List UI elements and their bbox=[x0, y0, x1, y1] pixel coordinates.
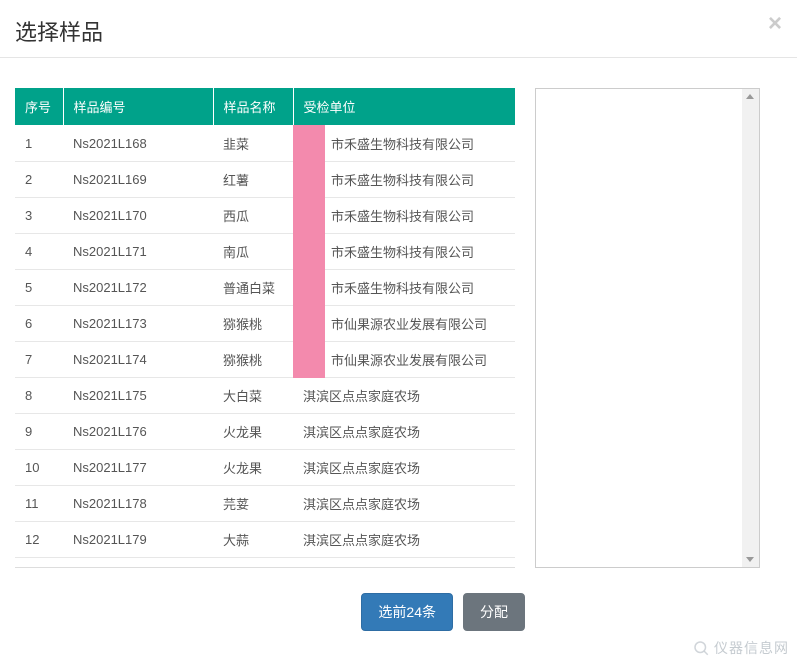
table-row[interactable]: 10Ns2021L177火龙果淇滨区点点家庭农场 bbox=[15, 450, 515, 486]
cell-name: 普通白菜 bbox=[213, 270, 293, 306]
cell-unit: 淇滨区点点家庭农场 bbox=[293, 522, 515, 558]
table-row[interactable]: 13Ns2021L180茄子淇滨区点点家庭农场 bbox=[15, 558, 515, 569]
cell-seq: 13 bbox=[15, 558, 63, 569]
cell-code: Ns2021L177 bbox=[63, 450, 213, 486]
cell-unit: 市禾盛生物科技有限公司 bbox=[293, 198, 515, 234]
cell-name: 火龙果 bbox=[213, 450, 293, 486]
cell-seq: 5 bbox=[15, 270, 63, 306]
table-header-row: 序号 样品编号 样品名称 受检单位 bbox=[15, 88, 515, 126]
cell-unit: 市仙果源农业发展有限公司 bbox=[293, 306, 515, 342]
assign-button[interactable]: 分配 bbox=[463, 593, 525, 631]
cell-seq: 7 bbox=[15, 342, 63, 378]
cell-code: Ns2021L170 bbox=[63, 198, 213, 234]
table-row[interactable]: 5Ns2021L172普通白菜市禾盛生物科技有限公司 bbox=[15, 270, 515, 306]
cell-seq: 6 bbox=[15, 306, 63, 342]
watermark-text: 仪器信息网 bbox=[714, 638, 789, 658]
cell-seq: 11 bbox=[15, 486, 63, 522]
cell-name: 猕猴桃 bbox=[213, 306, 293, 342]
cell-name: 大白菜 bbox=[213, 378, 293, 414]
modal-title: 选择样品 bbox=[15, 15, 777, 47]
cell-code: Ns2021L174 bbox=[63, 342, 213, 378]
cell-unit: 淇滨区点点家庭农场 bbox=[293, 486, 515, 522]
cell-code: Ns2021L172 bbox=[63, 270, 213, 306]
cell-code: Ns2021L168 bbox=[63, 126, 213, 162]
cell-code: Ns2021L173 bbox=[63, 306, 213, 342]
cell-code: Ns2021L169 bbox=[63, 162, 213, 198]
header-code: 样品编号 bbox=[63, 88, 213, 126]
cell-unit: 市仙果源农业发展有限公司 bbox=[293, 342, 515, 378]
header-name: 样品名称 bbox=[213, 88, 293, 126]
table-row[interactable]: 6Ns2021L173猕猴桃市仙果源农业发展有限公司 bbox=[15, 306, 515, 342]
table-row[interactable]: 4Ns2021L171南瓜市禾盛生物科技有限公司 bbox=[15, 234, 515, 270]
cell-seq: 12 bbox=[15, 522, 63, 558]
cell-unit: 淇滨区点点家庭农场 bbox=[293, 414, 515, 450]
cell-unit: 市禾盛生物科技有限公司 bbox=[293, 234, 515, 270]
side-textarea[interactable] bbox=[535, 88, 760, 568]
cell-unit: 市禾盛生物科技有限公司 bbox=[293, 270, 515, 306]
cell-seq: 8 bbox=[15, 378, 63, 414]
cell-seq: 4 bbox=[15, 234, 63, 270]
cell-unit: 淇滨区点点家庭农场 bbox=[293, 378, 515, 414]
modal-header: 选择样品 × bbox=[0, 0, 797, 58]
cell-name: 韭菜 bbox=[213, 126, 293, 162]
cell-seq: 9 bbox=[15, 414, 63, 450]
table-row[interactable]: 3Ns2021L170西瓜市禾盛生物科技有限公司 bbox=[15, 198, 515, 234]
table-row[interactable]: 2Ns2021L169红薯市禾盛生物科技有限公司 bbox=[15, 162, 515, 198]
watermark: 仪器信息网 bbox=[692, 638, 789, 658]
table-row[interactable]: 11Ns2021L178芫荽淇滨区点点家庭农场 bbox=[15, 486, 515, 522]
table-row[interactable]: 12Ns2021L179大蒜淇滨区点点家庭农场 bbox=[15, 522, 515, 558]
cell-name: 红薯 bbox=[213, 162, 293, 198]
cell-code: Ns2021L178 bbox=[63, 486, 213, 522]
table-row[interactable]: 9Ns2021L176火龙果淇滨区点点家庭农场 bbox=[15, 414, 515, 450]
modal-body: 序号 样品编号 样品名称 受检单位 1Ns2021L168韭菜市禾盛生物科技有限… bbox=[0, 58, 797, 583]
modal-footer: 选前24条 分配 bbox=[0, 583, 540, 641]
cell-unit: 市禾盛生物科技有限公司 bbox=[293, 126, 515, 162]
cell-unit: 市禾盛生物科技有限公司 bbox=[293, 162, 515, 198]
close-button[interactable]: × bbox=[768, 12, 782, 36]
cell-name: 火龙果 bbox=[213, 414, 293, 450]
cell-name: 猕猴桃 bbox=[213, 342, 293, 378]
header-seq: 序号 bbox=[15, 88, 63, 126]
sample-table-wrapper: 序号 样品编号 样品名称 受检单位 1Ns2021L168韭菜市禾盛生物科技有限… bbox=[15, 88, 515, 568]
table-row[interactable]: 8Ns2021L175大白菜淇滨区点点家庭农场 bbox=[15, 378, 515, 414]
cell-code: Ns2021L179 bbox=[63, 522, 213, 558]
cell-seq: 2 bbox=[15, 162, 63, 198]
cell-unit: 淇滨区点点家庭农场 bbox=[293, 450, 515, 486]
cell-code: Ns2021L180 bbox=[63, 558, 213, 569]
cell-name: 芫荽 bbox=[213, 486, 293, 522]
cell-name: 茄子 bbox=[213, 558, 293, 569]
side-scrollbar[interactable] bbox=[742, 89, 759, 567]
cell-name: 西瓜 bbox=[213, 198, 293, 234]
sample-table: 序号 样品编号 样品名称 受检单位 1Ns2021L168韭菜市禾盛生物科技有限… bbox=[15, 88, 515, 568]
cell-seq: 10 bbox=[15, 450, 63, 486]
select-first-n-button[interactable]: 选前24条 bbox=[361, 593, 453, 631]
table-row[interactable]: 7Ns2021L174猕猴桃市仙果源农业发展有限公司 bbox=[15, 342, 515, 378]
cell-unit: 淇滨区点点家庭农场 bbox=[293, 558, 515, 569]
cell-seq: 3 bbox=[15, 198, 63, 234]
header-unit: 受检单位 bbox=[293, 88, 515, 126]
table-row[interactable]: 1Ns2021L168韭菜市禾盛生物科技有限公司 bbox=[15, 126, 515, 162]
cell-code: Ns2021L171 bbox=[63, 234, 213, 270]
cell-name: 大蒜 bbox=[213, 522, 293, 558]
cell-code: Ns2021L175 bbox=[63, 378, 213, 414]
cell-name: 南瓜 bbox=[213, 234, 293, 270]
cell-seq: 1 bbox=[15, 126, 63, 162]
cell-code: Ns2021L176 bbox=[63, 414, 213, 450]
